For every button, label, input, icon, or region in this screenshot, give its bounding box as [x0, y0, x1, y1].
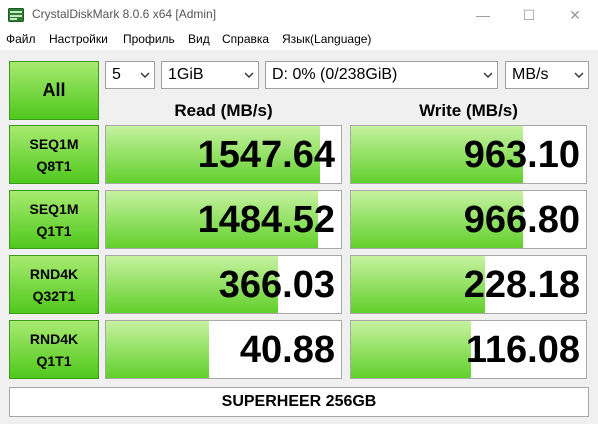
read-result-rnd4k-q1t1: 40.88	[105, 320, 342, 379]
close-button[interactable]: ✕	[552, 0, 598, 30]
write-result-rnd4k-q32t1: 228.18	[350, 255, 587, 314]
read-result-seq1m-q8t1: 1547.64	[105, 125, 342, 184]
read-value: 40.88	[239, 329, 335, 371]
menu-settings[interactable]: Настройки	[49, 32, 108, 46]
write-result-seq1m-q1t1: 966.80	[350, 190, 587, 249]
read-value: 366.03	[218, 264, 335, 306]
test-name: SEQ1M	[29, 200, 79, 217]
drive-select[interactable]: D: 0% (0/238GiB)	[265, 61, 498, 89]
chevron-down-icon	[574, 72, 584, 78]
window-title: CrystalDiskMark 8.0.6 x64 [Admin]	[32, 7, 217, 21]
maximize-button[interactable]: ☐	[506, 0, 552, 30]
minimize-button[interactable]: —	[460, 0, 506, 30]
test-button-seq1m-q8t1[interactable]: SEQ1M Q8T1	[9, 125, 99, 184]
test-params: Q1T1	[36, 222, 72, 239]
menu-help[interactable]: Справка	[222, 32, 269, 46]
menu-language[interactable]: Язык(Language)	[282, 32, 371, 46]
write-progress-bar	[351, 321, 471, 378]
test-params: Q32T1	[32, 287, 76, 304]
read-result-seq1m-q1t1: 1484.52	[105, 190, 342, 249]
write-value: 228.18	[463, 264, 580, 306]
write-result-seq1m-q8t1: 963.10	[350, 125, 587, 184]
write-value: 116.08	[465, 329, 580, 371]
write-value: 966.80	[463, 199, 580, 241]
write-value: 963.10	[463, 134, 580, 176]
menu-profile[interactable]: Профиль	[123, 32, 175, 46]
test-size-select[interactable]: 1GiB	[161, 61, 259, 89]
test-name: RND4K	[29, 265, 79, 282]
menu-bar: Файл Настройки Профиль Вид Справка Язык(…	[0, 30, 598, 50]
test-button-rnd4k-q1t1[interactable]: RND4K Q1T1	[9, 320, 99, 379]
title-bar: CrystalDiskMark 8.0.6 x64 [Admin] — ☐ ✕	[0, 0, 598, 30]
chevron-down-icon	[483, 72, 493, 78]
menu-file[interactable]: Файл	[6, 32, 36, 46]
write-column-header: Write (MB/s)	[419, 101, 518, 120]
read-value: 1547.64	[197, 134, 335, 176]
run-all-button[interactable]: All	[9, 61, 99, 120]
read-value: 1484.52	[197, 199, 335, 241]
test-button-seq1m-q1t1[interactable]: SEQ1M Q1T1	[9, 190, 99, 249]
read-progress-bar	[106, 321, 210, 378]
test-count-select[interactable]: 5	[105, 61, 155, 89]
test-name: SEQ1M	[29, 135, 79, 152]
test-size-value: 1GiB	[168, 66, 204, 83]
drive-value: D: 0% (0/238GiB)	[272, 66, 398, 83]
chevron-down-icon	[244, 72, 254, 78]
test-count-value: 5	[112, 66, 121, 83]
drive-comment-field[interactable]: SUPERHEER 256GB	[9, 387, 589, 417]
test-name: RND4K	[29, 330, 79, 347]
unit-select[interactable]: MB/s	[505, 61, 589, 89]
test-params: Q1T1	[36, 352, 72, 369]
write-result-rnd4k-q1t1: 116.08	[350, 320, 587, 379]
read-result-rnd4k-q32t1: 366.03	[105, 255, 342, 314]
test-params: Q8T1	[36, 157, 72, 174]
chevron-down-icon	[140, 72, 150, 78]
menu-view[interactable]: Вид	[188, 32, 210, 46]
read-column-header: Read (MB/s)	[174, 101, 273, 120]
unit-value: MB/s	[512, 66, 549, 83]
test-button-rnd4k-q32t1[interactable]: RND4K Q32T1	[9, 255, 99, 314]
crystaldiskmark-app-icon	[8, 8, 24, 22]
